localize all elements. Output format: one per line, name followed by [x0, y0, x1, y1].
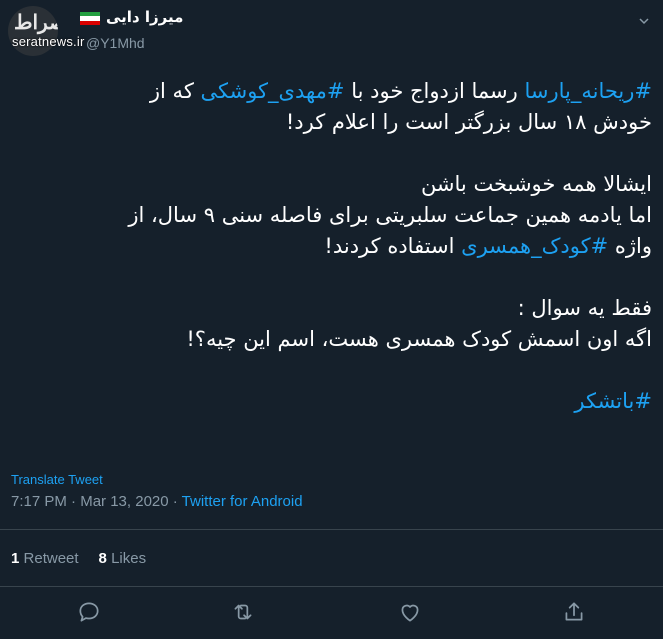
translate-tweet-link[interactable]: Translate Tweet: [11, 472, 103, 487]
tweet-line: #باتشکر: [10, 386, 652, 417]
tweet-date[interactable]: Mar 13, 2020: [80, 493, 168, 510]
watermark: seratnews.ir: [12, 34, 85, 49]
tweet-meta: 7:17 PM · Mar 13, 2020 · Twitter for And…: [11, 493, 303, 510]
reply-icon[interactable]: [76, 599, 102, 625]
hashtag-link[interactable]: #مهدی_کوشکی: [201, 79, 345, 103]
hashtag-link[interactable]: #کودک_همسری: [461, 234, 608, 258]
tweet-stats: 1 Retweet 8 Likes: [11, 550, 146, 567]
tweet-line: خودش ۱۸ سال بزرگتر است را اعلام کرد!: [285, 110, 652, 134]
retweet-stat[interactable]: 1 Retweet: [11, 550, 79, 567]
divider: [0, 586, 663, 587]
tweet-line: اما یادمه همین جماعت سلبریتی برای فاصله …: [128, 203, 652, 227]
hashtag-link[interactable]: #باتشکر: [574, 389, 652, 413]
tweet-time[interactable]: 7:17 PM: [11, 493, 67, 510]
iran-flag-icon: [80, 12, 100, 25]
tweet-line: فقط یه سوال :: [517, 296, 652, 320]
tweet-source-link[interactable]: Twitter for Android: [182, 493, 303, 510]
tweet-line: ایشالا همه خوشبخت باشن: [420, 172, 652, 196]
tweet-line: اگه اون اسمش کودک همسری هست، اسم این چیه…: [186, 327, 652, 351]
likes-stat[interactable]: 8 Likes: [99, 550, 147, 567]
tweet-text: #ریحانه_پارسا رسما ازدواج خود با #مهدی_ک…: [10, 76, 652, 417]
tweet-actions: [0, 599, 663, 627]
tweet-line: واژه #کودک_همسری استفاده کردند!: [324, 234, 652, 258]
hashtag-link[interactable]: #ریحانه_پارسا: [524, 79, 652, 103]
display-name[interactable]: میرزا دایی: [106, 8, 183, 26]
share-icon[interactable]: [561, 599, 587, 625]
retweet-icon[interactable]: [230, 599, 256, 625]
user-handle[interactable]: @Y1Mhd: [86, 35, 145, 51]
tweet-line: #ریحانه_پارسا رسما ازدواج خود با #مهدی_ک…: [149, 79, 652, 103]
chevron-down-icon[interactable]: [639, 16, 649, 26]
divider: [0, 529, 663, 530]
tweet-header: صراط seratnews.ir میرزا دایی @Y1Mhd: [0, 0, 663, 62]
like-icon[interactable]: [397, 599, 423, 625]
avatar-logo: صراط: [14, 10, 58, 34]
